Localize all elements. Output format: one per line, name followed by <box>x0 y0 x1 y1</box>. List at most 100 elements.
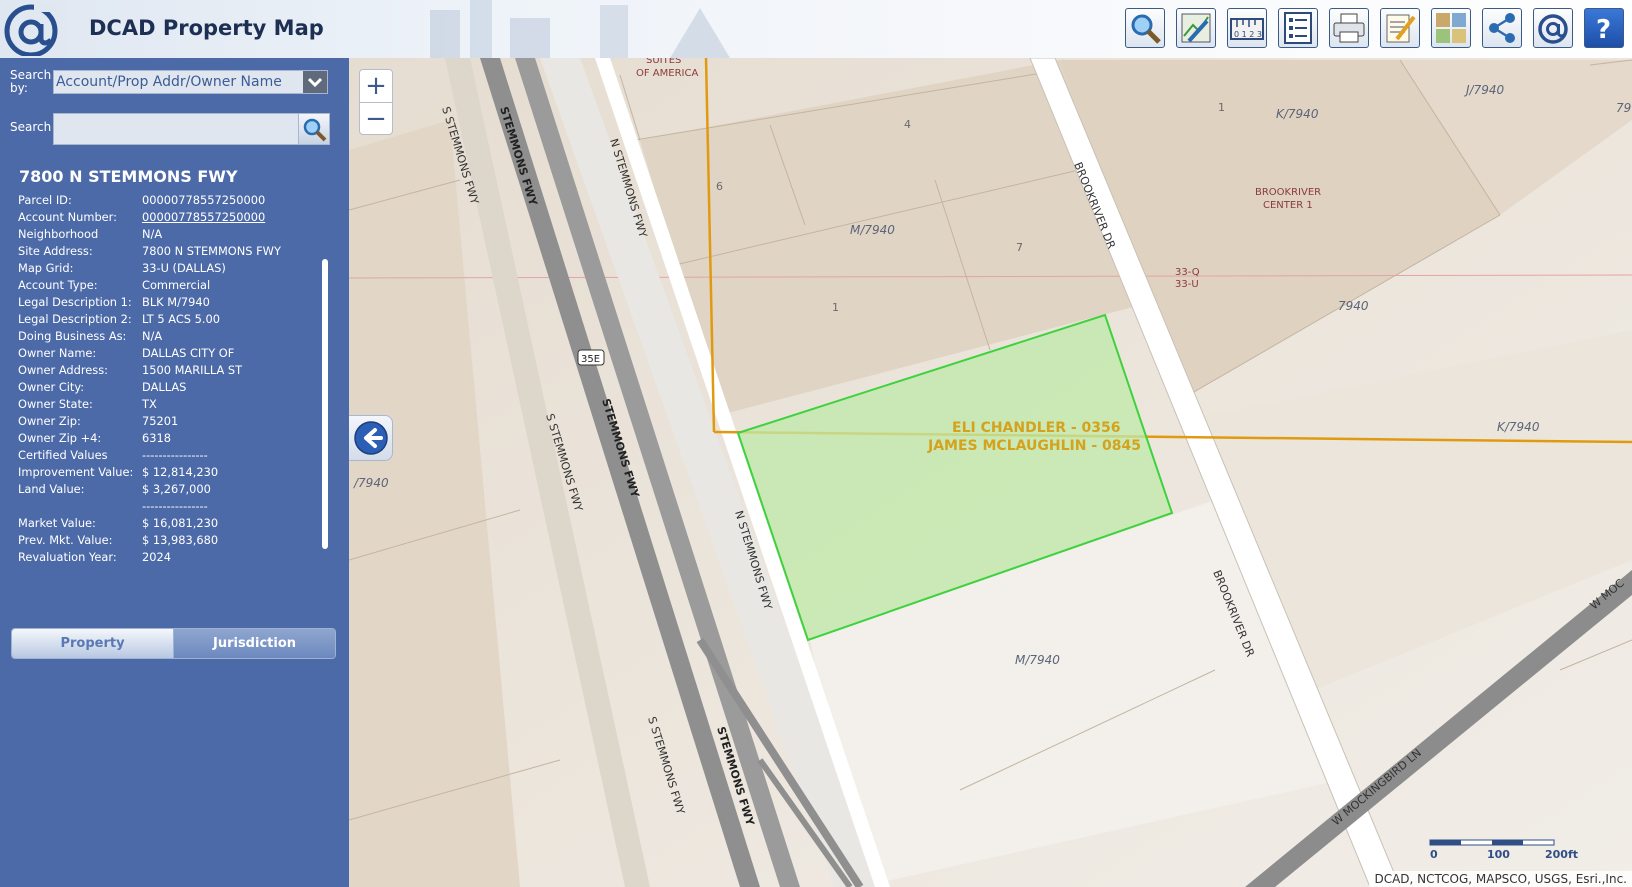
search-by-label: Search by: <box>10 68 52 95</box>
search-button[interactable] <box>298 114 329 144</box>
property-row: Map Grid: 33-U (DALLAS) <box>18 261 323 278</box>
svg-text:7940: 7940 <box>1338 299 1369 313</box>
svg-text:BROOKRIVER: BROOKRIVER <box>1255 187 1321 198</box>
svg-text:1: 1 <box>1218 101 1225 114</box>
property-field-label: Legal Description 2: <box>18 312 132 326</box>
property-row: Improvement Value: $ 12,814,230 <box>18 465 323 482</box>
map-attribution: DCAD, NCTCOG, MAPSCO, USGS, Esri.,Inc. <box>1369 871 1632 887</box>
property-field-value: N/A <box>142 329 163 343</box>
property-row: Site Address: 7800 N STEMMONS FWY <box>18 244 323 261</box>
property-field-label: Owner State: <box>18 397 93 411</box>
property-field-value: 2024 <box>142 550 171 564</box>
property-field-value: $ 13,983,680 <box>142 533 219 547</box>
notepad-icon <box>1386 14 1416 43</box>
svg-text:?: ? <box>1596 15 1611 45</box>
survey-label-james-mclaughlin: JAMES MCLAUGHLIN - 0845 <box>927 438 1141 454</box>
property-field-label: Site Address: <box>18 244 93 258</box>
svg-text:33-Q: 33-Q <box>1175 267 1200 278</box>
svg-text:35E: 35E <box>581 354 600 365</box>
property-field-value: $ 16,081,230 <box>142 516 219 530</box>
list-icon <box>1284 12 1312 44</box>
skyline-decoration <box>430 0 730 58</box>
at-logo-icon <box>1538 14 1568 44</box>
svg-text:/7940: /7940 <box>353 476 389 490</box>
interstate-35e-shield: 35E <box>577 349 605 366</box>
property-row: Account Number: 00000778557250000 <box>18 210 323 227</box>
account-number-link[interactable]: 00000778557250000 <box>142 210 265 224</box>
property-field-label: Owner City: <box>18 380 85 394</box>
search-by-select[interactable]: Account/Prop Addr/Owner Name <box>53 70 328 94</box>
map-view[interactable]: ELI CHANDLER - 0356 JAMES MCLAUGHLIN - 0… <box>349 58 1632 887</box>
property-field-label: Improvement Value: <box>18 465 134 479</box>
property-field-value: 75201 <box>142 414 179 428</box>
edit-tool-button[interactable] <box>1380 8 1420 48</box>
zoom-out-button[interactable]: − <box>360 103 392 135</box>
svg-text:K/7940: K/7940 <box>1276 107 1319 121</box>
search-label: Search <box>10 120 52 134</box>
property-field-value: 7800 N STEMMONS FWY <box>142 244 281 258</box>
property-row: Legal Description 1: BLK M/7940 <box>18 295 323 312</box>
panel-tabs: Property Jurisdiction <box>11 628 336 659</box>
svg-text:6: 6 <box>716 180 723 193</box>
property-row: ---------------- <box>18 499 323 516</box>
svg-text:1: 1 <box>832 301 839 314</box>
app-title: DCAD Property Map <box>89 16 324 40</box>
property-field-value: ---------------- <box>142 448 208 462</box>
search-icon <box>303 118 327 142</box>
svg-text:J/7940: J/7940 <box>1464 83 1504 97</box>
zoom-control: + − <box>359 69 393 135</box>
tab-jurisdiction[interactable]: Jurisdiction <box>173 629 335 658</box>
share-icon <box>1489 13 1515 43</box>
arrow-left-icon <box>353 421 388 455</box>
svg-text:M/7940: M/7940 <box>1015 653 1060 667</box>
property-row: Owner Zip +4: 6318 <box>18 431 323 448</box>
print-tool-button[interactable] <box>1329 8 1369 48</box>
pencil-map-icon <box>1181 13 1211 43</box>
survey-label-eli-chandler: ELI CHANDLER - 0356 <box>952 420 1121 436</box>
search-input[interactable] <box>53 113 330 145</box>
app-header: DCAD Property Map 0 1 2 3 ? <box>0 0 1632 59</box>
property-field-value: DALLAS CITY OF <box>142 346 235 360</box>
property-field-value: DALLAS <box>142 380 187 394</box>
svg-text:33-U: 33-U <box>1175 279 1199 290</box>
svg-text:M/7940: M/7940 <box>850 223 895 237</box>
search-by-value: Account/Prop Addr/Owner Name <box>56 74 282 90</box>
collapse-panel-button[interactable] <box>349 415 393 461</box>
draw-tool-button[interactable] <box>1176 8 1216 48</box>
tab-property[interactable]: Property <box>12 629 173 658</box>
scrollbar-thumb[interactable] <box>322 259 328 549</box>
help-tool-button[interactable]: ? <box>1584 8 1624 48</box>
dcad-home-tool-button[interactable] <box>1533 8 1573 48</box>
property-field-label: Prev. Mkt. Value: <box>18 533 113 547</box>
property-row: Prev. Mkt. Value: $ 13,983,680 <box>18 533 323 550</box>
property-row: Owner City: DALLAS <box>18 380 323 397</box>
property-field-label: Account Number: <box>18 210 118 224</box>
property-row: Owner State: TX <box>18 397 323 414</box>
magnifier-icon <box>1131 14 1161 44</box>
property-field-label: Land Value: <box>18 482 85 496</box>
zoom-in-button[interactable]: + <box>360 70 392 103</box>
svg-text:SUITES: SUITES <box>646 58 681 66</box>
sidebar-panel: Search by: Account/Prop Addr/Owner Name … <box>0 58 349 887</box>
property-row: Account Type: Commercial <box>18 278 323 295</box>
question-icon: ? <box>1596 15 1611 45</box>
printer-icon <box>1333 13 1365 43</box>
property-field-label: Owner Name: <box>18 346 97 360</box>
search-tool-button[interactable] <box>1125 8 1165 48</box>
map-canvas[interactable]: ELI CHANDLER - 0356 JAMES MCLAUGHLIN - 0… <box>349 58 1632 887</box>
property-field-value: Commercial <box>142 278 211 292</box>
scale-label-200: 200ft <box>1545 848 1578 861</box>
chevron-down-icon[interactable] <box>303 71 327 93</box>
layers-list-tool-button[interactable] <box>1278 8 1318 48</box>
details-scrollbar[interactable] <box>322 201 328 605</box>
measure-tool-button[interactable]: 0 1 2 3 <box>1227 8 1267 48</box>
property-row: Owner Zip: 75201 <box>18 414 323 431</box>
property-field-label: Legal Description 1: <box>18 295 132 309</box>
property-row: Parcel ID: 00000778557250000 <box>18 193 323 210</box>
basemap-tool-button[interactable] <box>1431 8 1471 48</box>
svg-text:0 1 2 3: 0 1 2 3 <box>1234 30 1262 39</box>
toolbar: 0 1 2 3 ? <box>1125 8 1624 50</box>
property-field-value: N/A <box>142 227 163 241</box>
share-tool-button[interactable] <box>1482 8 1522 48</box>
property-row: Owner Address: 1500 MARILLA ST <box>18 363 323 380</box>
